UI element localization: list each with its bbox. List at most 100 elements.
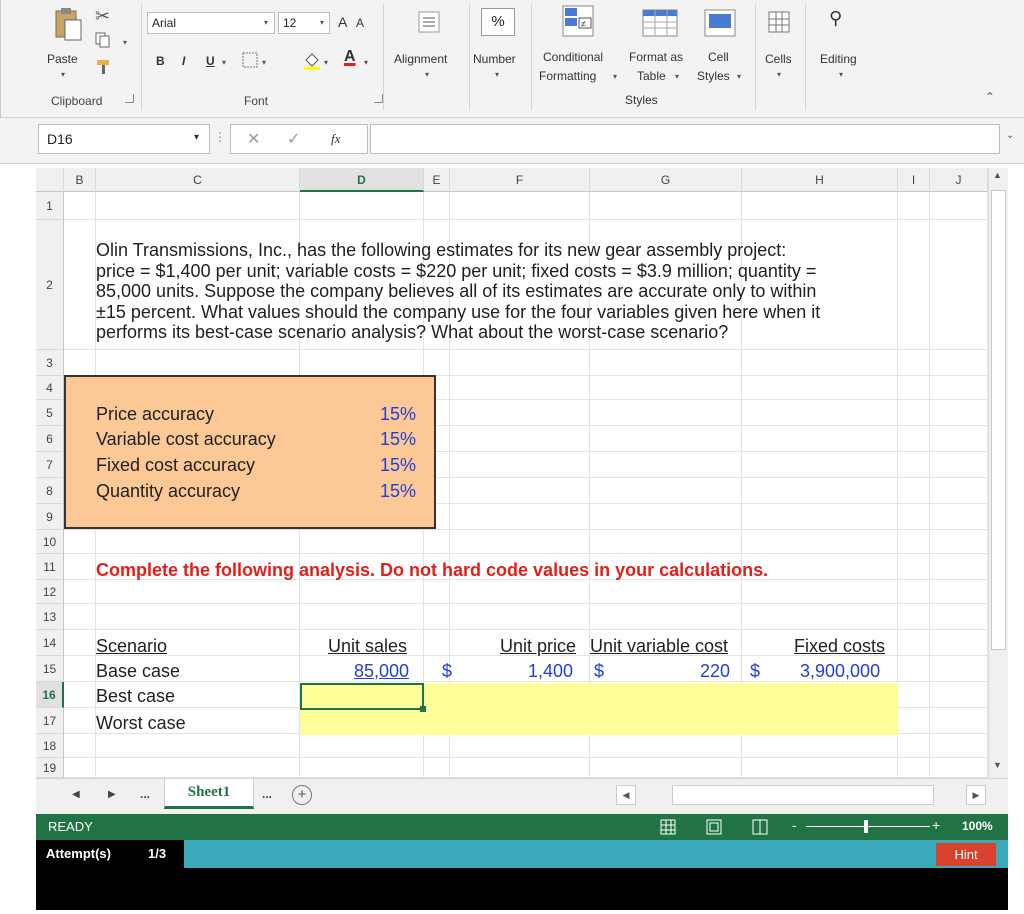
- row-header-19[interactable]: 19: [36, 758, 64, 778]
- expand-formula-bar-icon[interactable]: ⌄: [1006, 130, 1014, 141]
- conditional-formatting-caret-icon[interactable]: ▾: [613, 72, 617, 81]
- row-header-7[interactable]: 7: [36, 452, 64, 478]
- row-header-3[interactable]: 3: [36, 350, 64, 376]
- normal-view-icon[interactable]: [660, 819, 676, 835]
- underline-caret-icon[interactable]: ▾: [222, 58, 226, 67]
- column-header-f[interactable]: F: [450, 168, 590, 192]
- binoculars-icon[interactable]: ⚲: [829, 8, 842, 29]
- paste-icon[interactable]: [53, 6, 83, 42]
- alignment-caret-icon[interactable]: ▾: [425, 70, 429, 79]
- format-as-table-button[interactable]: Format as: [629, 50, 683, 64]
- fill-handle[interactable]: [420, 706, 426, 712]
- font-launcher-icon[interactable]: [374, 94, 383, 103]
- confirm-entry-icon[interactable]: ✓: [287, 129, 300, 149]
- more-sheets-right[interactable]: ...: [262, 787, 272, 801]
- editing-button[interactable]: Editing: [820, 52, 857, 66]
- row-header-8[interactable]: 8: [36, 478, 64, 504]
- row-header-6[interactable]: 6: [36, 426, 64, 452]
- cells-caret-icon[interactable]: ▾: [777, 70, 781, 79]
- quantity-accuracy-value[interactable]: 15%: [380, 481, 416, 502]
- number-caret-icon[interactable]: ▾: [495, 70, 499, 79]
- base-unit-variable-cost[interactable]: 220: [700, 661, 730, 682]
- column-header-d[interactable]: D: [300, 168, 424, 192]
- underline-button[interactable]: U: [206, 54, 215, 68]
- insert-function-icon[interactable]: fx: [331, 131, 340, 147]
- row-header-14[interactable]: 14: [36, 630, 64, 656]
- format-painter-icon[interactable]: [95, 58, 113, 76]
- scroll-thumb[interactable]: [991, 190, 1006, 650]
- add-sheet-button[interactable]: +: [292, 785, 312, 805]
- font-color-icon[interactable]: A: [344, 48, 356, 66]
- cancel-entry-icon[interactable]: ✕: [247, 129, 260, 149]
- base-fixed-costs[interactable]: 3,900,000: [800, 661, 880, 682]
- active-cell-d16[interactable]: [300, 683, 424, 710]
- cut-icon[interactable]: ✂: [95, 6, 110, 27]
- editing-caret-icon[interactable]: ▾: [839, 70, 843, 79]
- name-box-caret-icon[interactable]: ▾: [194, 132, 199, 143]
- cells-icon[interactable]: [767, 10, 791, 34]
- page-layout-view-icon[interactable]: [706, 819, 722, 835]
- hscroll-right-icon[interactable]: ▶: [966, 785, 986, 805]
- number-button[interactable]: Number: [473, 52, 516, 66]
- zoom-level[interactable]: 100%: [962, 819, 993, 833]
- borders-icon[interactable]: [242, 52, 258, 68]
- vertical-scrollbar[interactable]: ▲ ▼: [988, 168, 1008, 778]
- alignment-button[interactable]: Alignment: [394, 52, 447, 66]
- row-header-2[interactable]: 2: [36, 220, 64, 350]
- column-header-c[interactable]: C: [96, 168, 300, 192]
- column-header-g[interactable]: G: [590, 168, 742, 192]
- row-header-18[interactable]: 18: [36, 734, 64, 758]
- font-color-caret-icon[interactable]: ▾: [364, 58, 368, 67]
- zoom-slider[interactable]: [806, 826, 930, 827]
- next-sheet-icon[interactable]: ▶: [108, 789, 116, 800]
- collapse-ribbon-icon[interactable]: ⌃: [985, 90, 995, 104]
- row-header-17[interactable]: 17: [36, 708, 64, 734]
- cell-styles-button[interactable]: Cell: [708, 50, 729, 64]
- scroll-up-icon[interactable]: ▲: [993, 170, 1002, 180]
- zoom-out-icon[interactable]: -: [792, 817, 797, 833]
- more-sheets-left[interactable]: ...: [140, 787, 150, 801]
- row-header-4[interactable]: 4: [36, 376, 64, 400]
- sheet-tab-sheet1[interactable]: Sheet1: [164, 779, 254, 809]
- fill-color-caret-icon[interactable]: ▾: [324, 58, 328, 67]
- format-as-table-caret-icon[interactable]: ▾: [675, 72, 679, 81]
- prev-sheet-icon[interactable]: ◀: [72, 789, 80, 800]
- font-name-select[interactable]: Arial: [147, 12, 275, 34]
- format-as-table-icon[interactable]: [641, 6, 681, 40]
- column-header-e[interactable]: E: [424, 168, 450, 192]
- hscroll-left-icon[interactable]: ◀: [616, 785, 636, 805]
- number-format-icon[interactable]: %: [481, 8, 515, 36]
- column-header-j[interactable]: J: [930, 168, 988, 192]
- fixed-cost-accuracy-value[interactable]: 15%: [380, 455, 416, 476]
- row-header-5[interactable]: 5: [36, 400, 64, 426]
- variable-cost-accuracy-value[interactable]: 15%: [380, 429, 416, 450]
- fill-color-icon[interactable]: [302, 50, 322, 70]
- grow-font-button[interactable]: A: [338, 14, 347, 30]
- column-header-i[interactable]: I: [898, 168, 930, 192]
- font-name-caret-icon[interactable]: ▾: [264, 18, 268, 27]
- conditional-formatting-button[interactable]: Conditional: [543, 50, 603, 64]
- font-size-caret-icon[interactable]: ▾: [320, 18, 324, 27]
- column-header-b[interactable]: B: [64, 168, 96, 192]
- row-header-11[interactable]: 11: [36, 554, 64, 580]
- row-header-13[interactable]: 13: [36, 604, 64, 630]
- scroll-down-icon[interactable]: ▼: [993, 760, 1002, 770]
- row-header-1[interactable]: 1: [36, 192, 64, 220]
- cell-styles-icon[interactable]: [703, 6, 737, 40]
- row-header-10[interactable]: 10: [36, 530, 64, 554]
- hint-button[interactable]: Hint: [936, 843, 996, 866]
- column-header-h[interactable]: H: [742, 168, 898, 192]
- zoom-slider-thumb[interactable]: [864, 820, 868, 833]
- price-accuracy-value[interactable]: 15%: [380, 404, 416, 425]
- paste-caret-icon[interactable]: ▾: [61, 70, 65, 79]
- row-header-16[interactable]: 16: [36, 682, 64, 708]
- horizontal-scrollbar[interactable]: [672, 785, 934, 805]
- shrink-font-button[interactable]: A: [356, 16, 364, 30]
- row-header-15[interactable]: 15: [36, 656, 64, 682]
- cell-styles-caret-icon[interactable]: ▾: [737, 72, 741, 81]
- paste-button[interactable]: Paste: [47, 52, 78, 66]
- italic-button[interactable]: I: [182, 54, 185, 68]
- copy-icon[interactable]: [95, 32, 111, 48]
- base-unit-price[interactable]: 1,400: [528, 661, 573, 682]
- copy-caret-icon[interactable]: ▾: [123, 38, 127, 47]
